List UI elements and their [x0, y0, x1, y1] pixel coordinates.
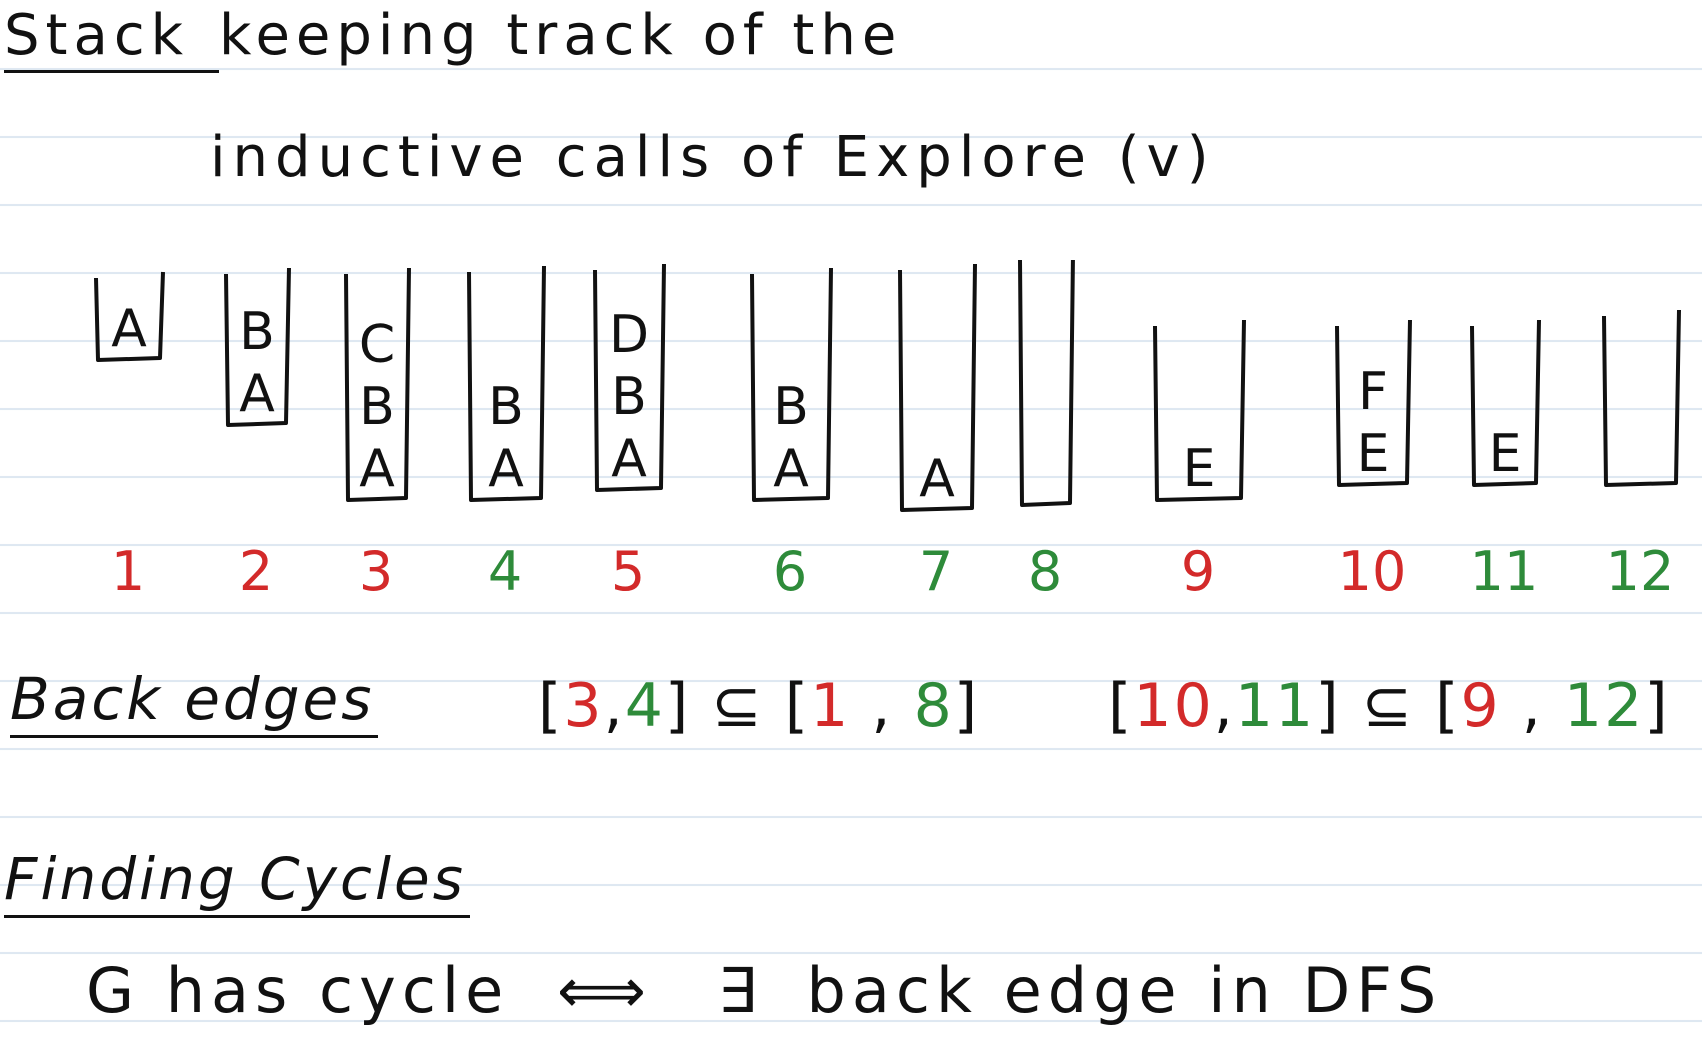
- interval-1-end: 4: [624, 671, 665, 741]
- stack-frame-12: [1602, 309, 1681, 487]
- stack-item-10-0: F: [1358, 362, 1388, 422]
- interval-1-start: 3: [563, 671, 604, 741]
- finding-cycles-heading: Finding Cycles: [4, 845, 470, 918]
- stack-item-6-1: A: [773, 439, 809, 499]
- theorem-rhs: back edge in DFS: [806, 954, 1443, 1027]
- subset-symbol: ⊆: [1361, 671, 1414, 741]
- comma: ,: [603, 671, 625, 741]
- interval-2-start: 1: [810, 671, 851, 741]
- step-number-5: 5: [611, 540, 645, 603]
- iff-symbol: ⟺: [557, 954, 652, 1027]
- step-number-4: 4: [488, 540, 522, 603]
- back-edges-heading: Back edges: [10, 665, 379, 738]
- exists-symbol: ∃: [717, 954, 763, 1027]
- stack-frame-8: [1018, 260, 1075, 507]
- interval-containment-1: [3,4] ⊆ [1 , 8]: [538, 676, 979, 736]
- stack-item-4-0: B: [488, 377, 524, 437]
- interval-containment-2: [10,11] ⊆ [9 , 12]: [1108, 676, 1670, 736]
- stack-item-5-2: A: [611, 429, 647, 489]
- step-number-2: 2: [239, 540, 273, 603]
- left-bracket: [: [784, 671, 811, 741]
- step-number-3: 3: [359, 540, 393, 603]
- stack-item-9-0: E: [1183, 439, 1216, 499]
- interval-2-end: 8: [913, 671, 954, 741]
- left-bracket: [: [1108, 671, 1134, 741]
- stack-item-6-0: B: [773, 377, 809, 437]
- right-bracket: ]: [953, 671, 980, 741]
- back-edges-title: Back edges: [10, 665, 379, 738]
- comma: ,: [1213, 671, 1235, 741]
- interval-3-start: 10: [1133, 671, 1214, 741]
- stack-item-2-1: A: [239, 364, 275, 424]
- cycle-theorem: G has cycle ⟺ ∃ back edge in DFS: [86, 960, 1442, 1022]
- step-number-10: 10: [1338, 540, 1407, 603]
- step-number-1: 1: [111, 540, 145, 603]
- stack-item-11-0: E: [1489, 424, 1522, 484]
- right-bracket: ]: [664, 671, 691, 741]
- stack-item-2-0: B: [239, 302, 275, 362]
- stack-item-5-1: B: [611, 367, 647, 427]
- subset-symbol: ⊆: [711, 671, 764, 741]
- interval-3-end: 11: [1234, 671, 1316, 741]
- heading-underline-extension: [189, 3, 220, 73]
- stack-item-7-0: A: [919, 449, 955, 509]
- step-number-12: 12: [1606, 540, 1675, 603]
- right-bracket: ]: [1315, 671, 1341, 741]
- left-bracket: [: [1435, 671, 1461, 741]
- comma: ,: [1500, 671, 1564, 741]
- stack-item-4-1: A: [488, 439, 524, 499]
- comma: ,: [850, 671, 914, 741]
- heading-line-1-rest: keeping track of the: [219, 3, 903, 68]
- step-number-6: 6: [773, 540, 807, 603]
- stack-item-1-0: A: [111, 299, 147, 359]
- stack-diagram: A1BA2CBA3BA4DBA5BA6A7 8E9FE10E11 12: [94, 260, 1681, 603]
- heading-line-2: inductive calls of Explore (v): [210, 125, 1216, 190]
- stack-item-3-2: A: [359, 439, 395, 499]
- finding-cycles-title: Finding Cycles: [4, 845, 470, 918]
- theorem-lhs: G has cycle: [86, 954, 510, 1027]
- step-number-9: 9: [1181, 540, 1215, 603]
- step-number-8: 8: [1028, 540, 1062, 603]
- stack-item-3-0: C: [359, 315, 395, 375]
- right-bracket: ]: [1644, 671, 1670, 741]
- left-bracket: [: [538, 671, 564, 741]
- stack-item-5-0: D: [609, 305, 649, 365]
- stack-item-10-1: E: [1357, 424, 1390, 484]
- heading-line-1: Stack keeping track of the: [4, 3, 902, 73]
- interval-4-start: 9: [1460, 671, 1501, 741]
- step-number-7: 7: [919, 540, 953, 603]
- step-number-11: 11: [1470, 540, 1539, 603]
- heading-underlined-word: Stack: [4, 3, 190, 73]
- interval-4-end: 12: [1563, 671, 1645, 741]
- stack-item-3-1: B: [359, 377, 395, 437]
